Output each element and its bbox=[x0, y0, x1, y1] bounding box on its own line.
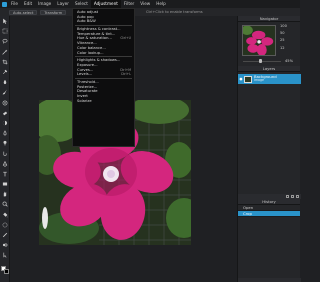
zoom-level-50[interactable]: 50 bbox=[280, 31, 287, 35]
menu-item-label: Highlights & shadows... bbox=[77, 58, 121, 63]
menu-view[interactable]: View bbox=[137, 0, 153, 8]
hand-tool-icon[interactable] bbox=[0, 189, 10, 199]
menu-file[interactable]: File bbox=[8, 0, 21, 8]
pen-tool-icon[interactable] bbox=[0, 159, 10, 169]
layers-panel: ● Background Image bbox=[238, 72, 301, 199]
brush-tool-icon[interactable] bbox=[0, 87, 10, 97]
history-panel: Open Crop bbox=[238, 205, 301, 282]
history-footer bbox=[238, 278, 301, 282]
navigator-panel: 100 50 25 12 45% bbox=[238, 22, 300, 66]
menubar: File Edit Image Layer Select Adjustment … bbox=[0, 0, 300, 8]
layer-thumbnail bbox=[244, 75, 252, 83]
sponge-tool-icon[interactable] bbox=[0, 220, 10, 230]
menu-separator bbox=[75, 77, 132, 79]
menu-item-label: Auto B&W bbox=[77, 19, 96, 24]
type-tool-icon[interactable] bbox=[0, 169, 10, 179]
navigator-thumbnail[interactable] bbox=[242, 25, 276, 56]
eyedropper-tool-icon[interactable] bbox=[0, 67, 10, 77]
auto-select-toggle[interactable]: Auto-select bbox=[9, 9, 38, 15]
layer-type: Image bbox=[254, 78, 264, 83]
menu-adjustment[interactable]: Adjustment bbox=[90, 0, 121, 8]
menu-item-label: Invert bbox=[77, 94, 88, 98]
shape-tool-icon[interactable] bbox=[0, 179, 10, 189]
right-panels: Navigator 100 50 25 12 45% Layers ● Back… bbox=[237, 16, 301, 282]
app-logo-icon bbox=[0, 0, 8, 8]
zoom-slider-handle[interactable] bbox=[258, 59, 262, 63]
marquee-tool-icon[interactable] bbox=[0, 26, 10, 36]
adjustment-menu-item[interactable]: Color lookup... bbox=[73, 51, 134, 56]
options-bar: Auto-select Transform Ctrl+Click to enab… bbox=[0, 8, 300, 16]
menu-item-label: Desaturate bbox=[77, 89, 98, 94]
blur-tool-icon[interactable] bbox=[0, 128, 10, 138]
menu-layer[interactable]: Layer bbox=[54, 0, 72, 8]
options-hint: Ctrl+Click to enable transforms bbox=[146, 10, 203, 14]
zoom-level-100[interactable]: 100 bbox=[280, 24, 287, 28]
zoom-tool-icon[interactable] bbox=[0, 199, 10, 209]
path-select-tool-icon[interactable] bbox=[0, 250, 10, 260]
move-tool-icon[interactable] bbox=[0, 16, 10, 26]
crop-tool-icon[interactable] bbox=[0, 57, 10, 67]
history-item-crop[interactable]: Crop bbox=[238, 211, 300, 217]
menu-item-label: Auto pop bbox=[77, 14, 94, 19]
menu-item-label: Threshold... bbox=[77, 79, 99, 84]
color-replace-tool-icon[interactable] bbox=[0, 240, 10, 250]
menu-item-label: Exposure... bbox=[77, 62, 98, 67]
layer-row-background[interactable]: ● Background Image bbox=[238, 74, 301, 84]
magic-wand-tool-icon[interactable] bbox=[0, 47, 10, 57]
menu-separator bbox=[75, 24, 132, 27]
toolbar bbox=[0, 16, 10, 282]
menu-filter[interactable]: Filter bbox=[121, 0, 137, 8]
zoom-level-12[interactable]: 12 bbox=[280, 46, 287, 50]
zoom-level-25[interactable]: 25 bbox=[280, 38, 287, 42]
menu-item-shortcut: Ctrl+L bbox=[120, 72, 131, 77]
transform-toggle[interactable]: Transform bbox=[40, 9, 67, 15]
adjustment-menu-item[interactable]: Levels... Ctrl+L bbox=[73, 72, 134, 77]
pencil-tool-icon[interactable] bbox=[0, 230, 10, 240]
menu-edit[interactable]: Edit bbox=[21, 0, 35, 8]
fill-tool-icon[interactable] bbox=[0, 210, 10, 220]
menu-item-label: Solarize bbox=[77, 98, 92, 103]
new-layer-icon[interactable] bbox=[291, 195, 294, 198]
dodge-tool-icon[interactable] bbox=[0, 138, 10, 148]
navigator-zoom-levels: 100 50 25 12 bbox=[280, 24, 287, 53]
photo-editor-app: File Edit Image Layer Select Adjustment … bbox=[0, 0, 301, 282]
eraser-tool-icon[interactable] bbox=[0, 108, 10, 118]
menu-item-label: Hue & saturation... bbox=[77, 36, 112, 41]
menu-help[interactable]: Help bbox=[153, 0, 169, 8]
layers-footer bbox=[238, 194, 301, 199]
menu-item-label: Curves... bbox=[77, 67, 94, 72]
menu-select[interactable]: Select bbox=[72, 0, 91, 8]
clone-tool-icon[interactable] bbox=[0, 98, 10, 108]
menu-item-label: Posterize... bbox=[77, 84, 98, 89]
menu-item-label: Color lookup... bbox=[77, 50, 104, 55]
menu-image[interactable]: Image bbox=[35, 0, 54, 8]
lasso-tool-icon[interactable] bbox=[0, 36, 10, 46]
gradient-tool-icon[interactable] bbox=[0, 118, 10, 128]
menu-item-label: Brightness & contrast... bbox=[77, 27, 121, 32]
smudge-tool-icon[interactable] bbox=[0, 148, 10, 158]
adjustment-menu-dropdown: Auto adjust Auto pop Auto B&W Brightness & … bbox=[72, 8, 135, 147]
menu-item-label: Vibrance... bbox=[77, 41, 97, 46]
menu-item-label: Levels... bbox=[77, 72, 93, 77]
layer-effects-icon[interactable] bbox=[286, 195, 289, 198]
zoom-percent: 45% bbox=[285, 59, 293, 63]
adjustment-menu-item[interactable]: Solarize bbox=[73, 99, 134, 104]
delete-layer-icon[interactable] bbox=[296, 195, 299, 198]
zoom-slider-track[interactable] bbox=[243, 60, 281, 62]
menu-item-label: Temperature & tint... bbox=[77, 31, 116, 36]
menu-item-label: Color balance... bbox=[77, 45, 106, 50]
background-color-swatch[interactable] bbox=[3, 268, 9, 274]
menu-item-label: Auto adjust bbox=[77, 10, 99, 14]
menu-separator bbox=[75, 55, 132, 58]
healing-tool-icon[interactable] bbox=[0, 77, 10, 87]
adjustment-menu-item[interactable]: Auto B&W bbox=[73, 19, 134, 24]
